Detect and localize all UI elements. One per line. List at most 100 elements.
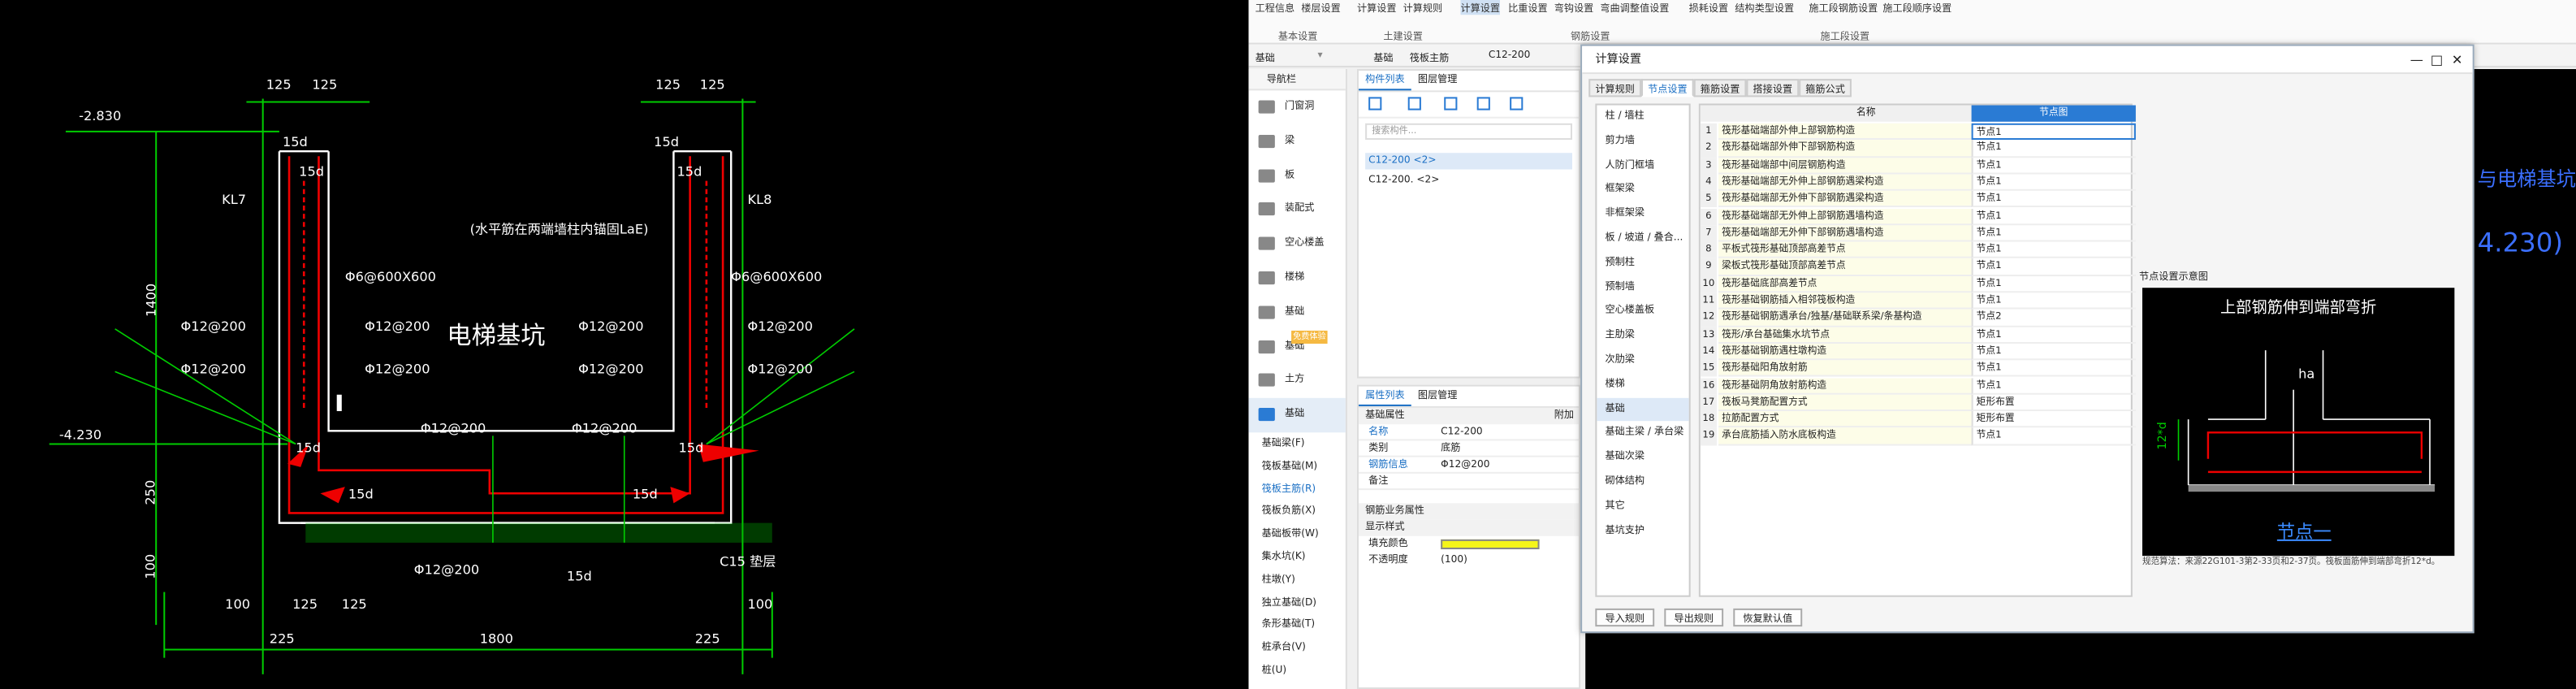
table-row[interactable]: 11 筏形基础钢筋插入相邻筏板构造 节点1 <box>1700 292 2136 310</box>
table-row[interactable]: 13 筏形/承台基础集水坑节点 节点1 <box>1700 326 2136 344</box>
category-item-selected[interactable]: 基础 <box>1597 396 1689 422</box>
table-row[interactable]: 16 筏形基础阴角放射筋构造 节点1 <box>1700 377 2136 395</box>
row-node[interactable]: 节点1 <box>1971 258 2136 276</box>
row-node[interactable]: 节点1 <box>1971 377 2136 395</box>
nav-sub-item[interactable]: 筏板负筋(X) <box>1248 500 1345 523</box>
prop-section-rebar[interactable]: 钢筋业务属性 <box>1359 503 1580 520</box>
ribbon-bend-adjust[interactable]: 弯曲调整值设置 <box>1600 0 1669 15</box>
table-row[interactable]: 2 筏形基础端部外伸下部钢筋构造 节点1 <box>1700 140 2136 158</box>
row-node[interactable]: 矩形布置 <box>1971 411 2136 429</box>
nav-item[interactable]: 楼梯 <box>1248 262 1345 296</box>
category-item[interactable]: 楼梯 <box>1597 373 1688 397</box>
row-node[interactable]: 节点1 <box>1971 208 2136 225</box>
close-icon[interactable]: ✕ <box>2452 53 2463 67</box>
row-node[interactable]: 节点1 <box>1971 326 2136 344</box>
nav-sub-item[interactable]: 独立基础(D) <box>1248 592 1345 614</box>
category-item[interactable]: 非框架梁 <box>1597 202 1688 227</box>
row-node[interactable]: 节点1 <box>1971 123 2136 141</box>
nav-sub-item[interactable]: 基础板带(W) <box>1248 523 1345 546</box>
tab-layer-manage-2[interactable]: 图层管理 <box>1411 387 1464 406</box>
table-row[interactable]: 4 筏形基础端部无外伸上部钢筋遇梁构造 节点1 <box>1700 174 2136 192</box>
cad-drawing-area[interactable]: 125 125 125 125 -2.830 -4.230 KL7 KL8 (水… <box>0 0 1249 689</box>
type-select[interactable]: 基础 <box>1373 50 1393 64</box>
prop-opacity-value[interactable]: (100) <box>1441 552 1467 569</box>
nav-sub-item[interactable]: 集水坑(K) <box>1248 546 1345 569</box>
nav-item[interactable]: 基础 <box>1248 296 1345 330</box>
row-node[interactable]: 节点1 <box>1971 292 2136 310</box>
category-item[interactable]: 空心楼盖板 <box>1597 300 1688 324</box>
category-item[interactable]: 人防门框墙 <box>1597 154 1688 178</box>
dialog-tab-selected[interactable]: 节点设置 <box>1640 79 1694 98</box>
table-row[interactable]: 3 筏形基础端部中间层钢筋构造 节点1 <box>1700 157 2136 175</box>
row-node[interactable]: 节点1 <box>1971 428 2136 445</box>
import-rule-button[interactable]: 导入规则 <box>1595 608 1655 627</box>
nav-item[interactable]: 装配式 <box>1248 193 1345 228</box>
nav-item[interactable]: 空心楼盖 <box>1248 228 1345 262</box>
table-row[interactable]: 5 筏形基础端部无外伸下部钢筋遇梁构造 节点1 <box>1700 191 2136 209</box>
category-item[interactable]: 预制墙 <box>1597 275 1688 300</box>
ribbon-calc-setting[interactable]: 计算设置 <box>1357 0 1397 15</box>
category-item[interactable]: 次肋梁 <box>1597 349 1688 373</box>
prop-section-basic[interactable]: 基础属性 附加 <box>1359 407 1580 425</box>
nav-item[interactable]: 梁 <box>1248 124 1345 158</box>
dialog-tab[interactable]: 箍筋公式 <box>1799 79 1852 98</box>
table-row[interactable]: 17 筏板马凳筋配置方式 矩形布置 <box>1700 394 2136 412</box>
prop-category-value[interactable]: 底筋 <box>1441 440 1460 457</box>
ribbon-weight-setting[interactable]: 比重设置 <box>1508 0 1548 15</box>
copy-icon[interactable] <box>1407 97 1421 110</box>
nav-item[interactable]: 基础 免费体验 <box>1248 329 1345 364</box>
minimize-icon[interactable]: — <box>2410 53 2423 67</box>
row-node[interactable]: 节点1 <box>1971 157 2136 175</box>
nav-sub-item[interactable]: 桩(U) <box>1248 659 1345 682</box>
maximize-icon[interactable]: □ <box>2431 53 2443 67</box>
tab-component-list[interactable]: 构件列表 <box>1359 71 1411 91</box>
nav-sub-item[interactable]: 条形基础(T) <box>1248 614 1345 637</box>
floor-select[interactable]: 基础 <box>1256 50 1275 64</box>
category-item[interactable]: 柱 / 墙柱 <box>1597 106 1688 130</box>
dialog-tab[interactable]: 搭接设置 <box>1746 79 1800 98</box>
row-node[interactable]: 节点1 <box>1971 140 2136 158</box>
component-item[interactable]: C12-200. <2> <box>1365 173 1572 189</box>
nav-sub-item[interactable]: 柱墩(Y) <box>1248 569 1345 592</box>
table-row[interactable]: 6 筏形基础端部无外伸上部钢筋遇墙构造 节点1 <box>1700 208 2136 225</box>
category-item[interactable]: 预制柱 <box>1597 251 1688 275</box>
category-item[interactable]: 主肋梁 <box>1597 324 1688 349</box>
ribbon-rebar-calc-setting[interactable]: 计算设置 <box>1460 0 1501 15</box>
table-row[interactable]: 10 筏形基础底部高差节点 节点1 <box>1700 275 2136 293</box>
row-node[interactable]: 节点2 <box>1971 310 2136 327</box>
row-node[interactable]: 节点1 <box>1971 224 2136 242</box>
component-type-select[interactable]: 筏板主筋 <box>1410 50 1450 64</box>
nav-sub-item[interactable]: 筏板基础(M) <box>1248 455 1345 478</box>
nav-item[interactable]: 土方 <box>1248 364 1345 398</box>
nav-item-foundation[interactable]: 基础 <box>1248 398 1346 433</box>
nav-item[interactable]: 板 <box>1248 159 1345 193</box>
restore-default-button[interactable]: 恢复默认值 <box>1733 608 1803 627</box>
nav-sub-item[interactable]: 桩承台(V) <box>1248 637 1345 660</box>
table-row[interactable]: 8 平板式筏形基础顶部高差节点 节点1 <box>1700 241 2136 259</box>
ribbon-floor-setting[interactable]: 楼层设置 <box>1301 0 1341 15</box>
ribbon-structure-type[interactable]: 结构类型设置 <box>1735 0 1794 15</box>
table-row[interactable]: 1 筏形基础端部外伸上部钢筋构造 节点1 <box>1700 123 2136 141</box>
table-row[interactable]: 18 拉筋配置方式 矩形布置 <box>1700 411 2136 429</box>
layer-icon[interactable] <box>1476 97 1490 110</box>
category-item[interactable]: 剪力墙 <box>1597 129 1688 154</box>
nav-item[interactable]: 门窗洞 <box>1248 90 1345 124</box>
category-item[interactable]: 基础主梁 / 承台梁 <box>1597 422 1688 446</box>
component-item-selected[interactable]: C12-200 <2> <box>1365 153 1573 170</box>
nav-sub-item-selected[interactable]: 筏板主筋(R) <box>1248 478 1345 500</box>
new-icon[interactable] <box>1368 97 1382 110</box>
filter-icon[interactable] <box>1510 97 1524 110</box>
category-item[interactable]: 其它 <box>1597 495 1688 519</box>
ribbon-calc-rule[interactable]: 计算规则 <box>1403 0 1443 15</box>
component-select[interactable]: C12-200 <box>1489 50 1530 61</box>
category-item[interactable]: 基础次梁 <box>1597 446 1688 470</box>
table-row[interactable]: 12 筏形基础钢筋遇承台/独基/基础联系梁/条基构造 节点2 <box>1700 310 2136 327</box>
category-item[interactable]: 基坑支护 <box>1597 519 1688 544</box>
table-row[interactable]: 15 筏形基础阳角放射筋 节点1 <box>1700 360 2136 378</box>
ribbon-stage-rebar[interactable]: 施工段钢筋设置 <box>1809 0 1878 15</box>
prop-rebar-value[interactable]: Φ12@200 <box>1441 457 1489 474</box>
category-item[interactable]: 砌体结构 <box>1597 470 1688 495</box>
row-node[interactable]: 矩形布置 <box>1971 394 2136 412</box>
table-row[interactable]: 14 筏形基础钢筋遇柱墩构造 节点1 <box>1700 343 2136 361</box>
table-row[interactable]: 7 筏形基础端部无外伸下部钢筋遇墙构造 节点1 <box>1700 224 2136 242</box>
